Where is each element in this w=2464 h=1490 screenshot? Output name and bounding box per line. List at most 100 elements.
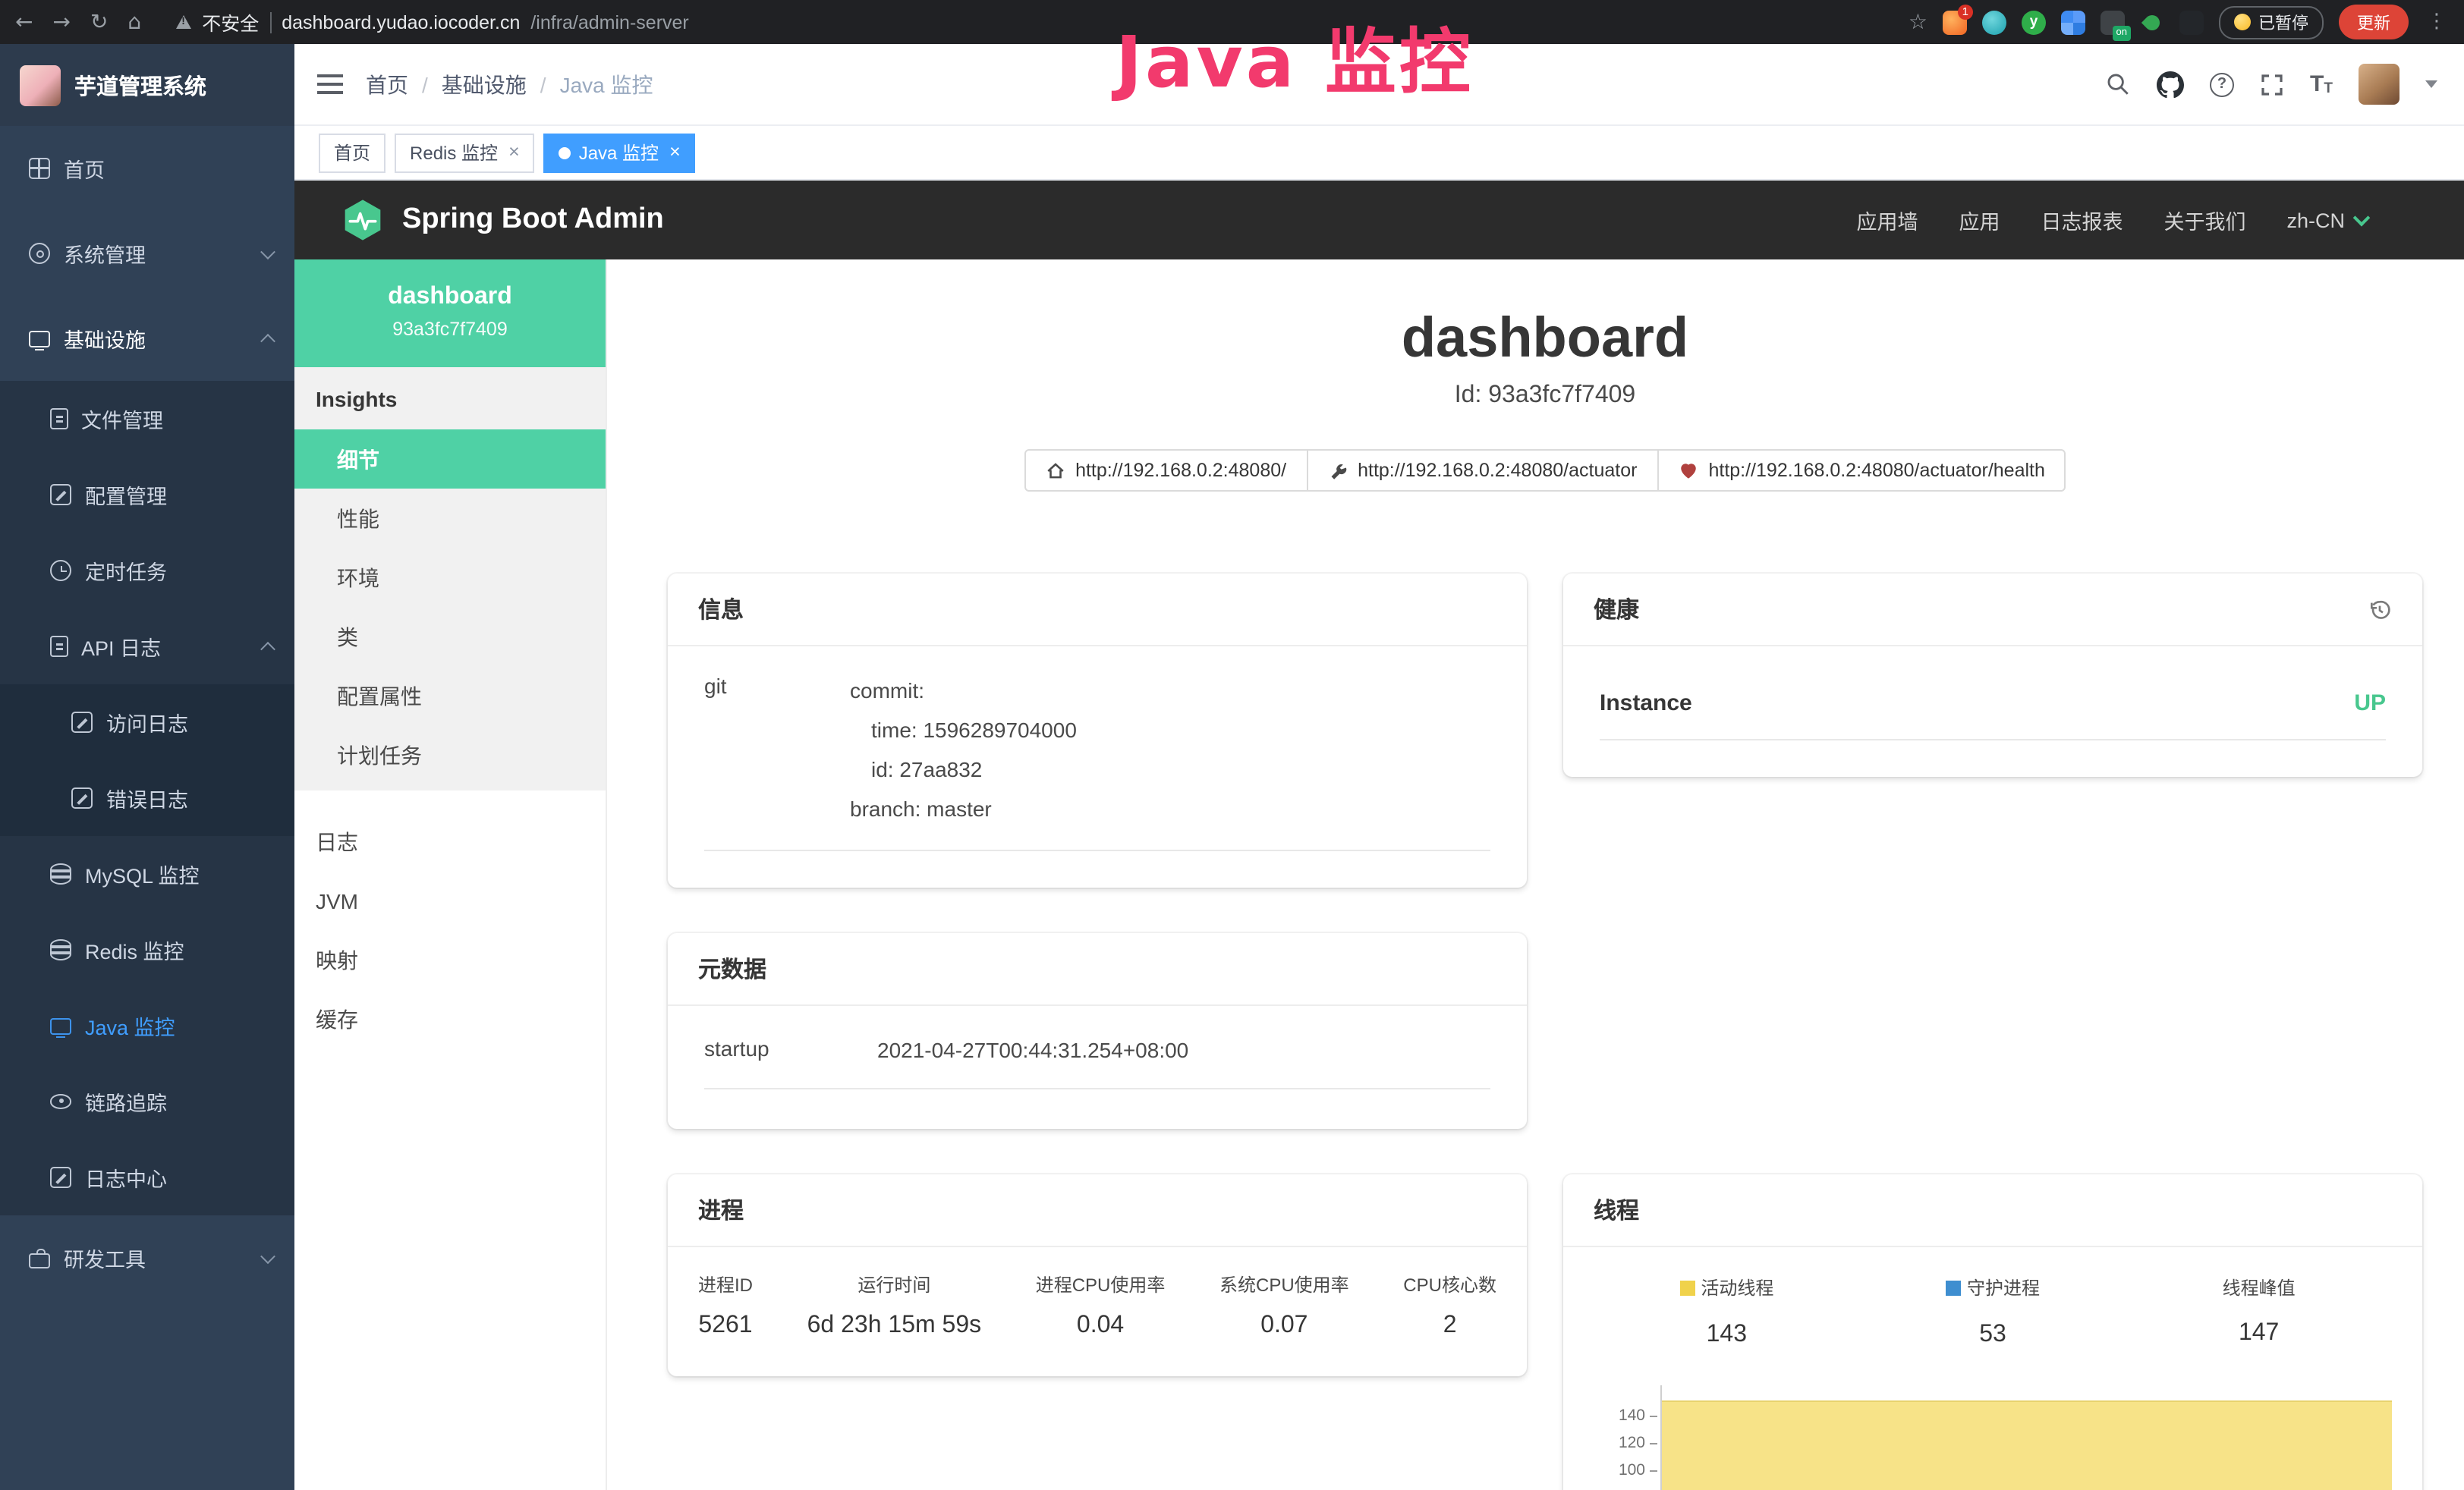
sba-item-environment[interactable]: 环境 — [294, 548, 606, 607]
back-icon[interactable]: ← — [15, 11, 33, 33]
health-instance-row[interactable]: Instance UP — [1600, 671, 2386, 741]
cards-grid: 信息 git commit: time: 1596289704000 id: 2… — [668, 574, 2422, 1490]
instance-header[interactable]: dashboard 93a3fc7f7409 — [294, 259, 606, 367]
sidebar-item-devtools[interactable]: 研发工具 — [0, 1215, 294, 1300]
sidebar-item-label: Java 监控 — [85, 1011, 175, 1041]
toolbar-right: ☆ 1 y on 已暂停 更新 ⋮ — [1909, 5, 2450, 39]
java-monitor-icon — [50, 1017, 71, 1034]
browser-menu-icon[interactable]: ⋮ — [2424, 11, 2450, 33]
sba-item-classes[interactable]: 类 — [294, 607, 606, 666]
help-icon[interactable] — [2210, 72, 2234, 96]
bookmark-star-icon[interactable]: ☆ — [1909, 11, 1927, 33]
user-menu-caret-icon[interactable] — [2425, 80, 2437, 88]
paused-badge[interactable]: 已暂停 — [2219, 5, 2324, 39]
sba-item-jvm[interactable]: JVM — [294, 871, 606, 930]
reload-icon[interactable]: ↻ — [90, 11, 108, 33]
process-stat: 进程ID 5261 — [698, 1272, 753, 1341]
sidebar-item-label: 研发工具 — [64, 1243, 146, 1273]
sba-item-details[interactable]: 细节 — [294, 429, 606, 489]
address-bar[interactable]: 不安全 dashboard.yudao.iocoder.cn/infra/adm… — [176, 8, 689, 36]
forward-icon[interactable]: → — [52, 11, 70, 33]
sidebar-item-home[interactable]: 首页 — [0, 126, 294, 211]
sba-item-caches[interactable]: 缓存 — [294, 989, 606, 1048]
extension-icon-switch[interactable]: on — [2101, 10, 2125, 34]
sba-item-config-props[interactable]: 配置属性 — [294, 666, 606, 725]
actuator-url-button[interactable]: http://192.168.0.2:48080/actuator — [1306, 450, 1658, 492]
breadcrumb-infrastructure[interactable]: 基础设施 — [442, 69, 527, 99]
health-url-button[interactable]: http://192.168.0.2:48080/actuator/health — [1657, 450, 2066, 492]
locale-selector[interactable]: zh-CN — [2286, 209, 2368, 231]
threads-chart: 140 120 100 — [1594, 1385, 2392, 1490]
instance-id: 93a3fc7f7409 — [307, 319, 593, 340]
sidebar-item-infrastructure[interactable]: 基础设施 — [0, 296, 294, 381]
hamburger-icon[interactable] — [317, 74, 343, 94]
sidebar-item-mysql-monitor[interactable]: MySQL 监控 — [0, 836, 294, 912]
sidebar-item-file-management[interactable]: 文件管理 — [0, 381, 294, 457]
sidebar-item-system[interactable]: 系统管理 — [0, 211, 294, 296]
header-actions — [2105, 64, 2437, 105]
sidebar-item-access-logs[interactable]: 访问日志 — [0, 684, 294, 760]
sidebar-item-redis-monitor[interactable]: Redis 监控 — [0, 912, 294, 988]
sba-item-logs[interactable]: 日志 — [294, 812, 606, 871]
extension-icon-grid[interactable] — [2061, 10, 2085, 34]
legend-label: 活动线程 — [1701, 1275, 1773, 1301]
threads-card: 线程 活动线程 143 守护进程 — [1563, 1175, 2422, 1490]
sidebar-item-label: 配置管理 — [85, 479, 167, 510]
legend-swatch-blue — [1946, 1281, 1961, 1296]
github-icon[interactable] — [2157, 71, 2184, 98]
breadcrumb-home[interactable]: 首页 — [366, 69, 408, 99]
sidebar-item-log-center[interactable]: 日志中心 — [0, 1140, 294, 1215]
process-stats-row: 进程ID 5261 运行时间 6d 23h 15m 59s — [698, 1272, 1496, 1341]
update-button[interactable]: 更新 — [2339, 5, 2409, 39]
extension-icon-dark[interactable] — [2179, 10, 2204, 34]
breadcrumb-current: Java 监控 — [560, 69, 653, 99]
legend-value: 143 — [1594, 1322, 1860, 1349]
heart-icon — [1678, 461, 1698, 481]
sba-nav-applications[interactable]: 应用 — [1959, 205, 2000, 235]
user-avatar[interactable] — [2359, 64, 2399, 105]
home-icon[interactable]: ⌂ — [127, 11, 141, 33]
mysql-icon — [50, 863, 71, 885]
sidebar-item-error-logs[interactable]: 错误日志 — [0, 760, 294, 836]
stat-value: 0.04 — [1036, 1313, 1166, 1341]
stat-label: 系统CPU使用率 — [1219, 1272, 1349, 1298]
tab-redis-monitor[interactable]: Redis 监控 × — [395, 133, 535, 172]
dashboard-icon — [29, 158, 50, 179]
sba-nav-journal[interactable]: 日志报表 — [2041, 205, 2123, 235]
git-key: git — [704, 671, 850, 829]
sidebar-item-label: MySQL 监控 — [85, 859, 200, 889]
sba-content: dashboard Id: 93a3fc7f7409 http://192.16… — [607, 259, 2464, 1490]
stat-value: 0.07 — [1219, 1313, 1349, 1341]
extension-icon-orange[interactable]: 1 — [1943, 10, 1967, 34]
app-logo-row[interactable]: 芋道管理系统 — [0, 44, 294, 126]
sba-nav-about[interactable]: 关于我们 — [2163, 205, 2245, 235]
sba-item-metrics[interactable]: 性能 — [294, 489, 606, 548]
service-url-button[interactable]: http://192.168.0.2:48080/ — [1024, 450, 1308, 492]
font-size-icon[interactable] — [2310, 73, 2333, 96]
fullscreen-icon[interactable] — [2260, 72, 2284, 96]
search-icon[interactable] — [2105, 71, 2131, 97]
sidebar-item-tracing[interactable]: 链路追踪 — [0, 1064, 294, 1140]
history-icon[interactable] — [2368, 598, 2392, 622]
tab-home[interactable]: 首页 — [319, 133, 385, 172]
sba-brand[interactable]: Spring Boot Admin — [340, 197, 664, 243]
sidebar-item-scheduled-jobs[interactable]: 定时任务 — [0, 533, 294, 608]
chart-y-axis: 140 120 100 — [1594, 1385, 1660, 1490]
close-icon[interactable]: × — [669, 143, 681, 162]
stat-value: 2 — [1403, 1313, 1496, 1341]
sidebar-item-java-monitor[interactable]: Java 监控 — [0, 988, 294, 1064]
extension-icon-leaf[interactable] — [2140, 10, 2164, 34]
sba-item-scheduled-tasks[interactable]: 计划任务 — [294, 725, 606, 784]
sidebar-item-label: API 日志 — [81, 631, 161, 662]
tab-java-monitor[interactable]: Java 监控 × — [544, 133, 696, 172]
sidebar-item-config-management[interactable]: 配置管理 — [0, 457, 294, 533]
tabs-bar: 首页 Redis 监控 × Java 监控 × — [294, 126, 2464, 181]
extension-icon-drop[interactable] — [1982, 10, 2006, 34]
sidebar-item-api-logs[interactable]: API 日志 — [0, 608, 294, 684]
health-url-label: http://192.168.0.2:48080/actuator/health — [1708, 461, 2044, 482]
sba-nav-wallboard[interactable]: 应用墙 — [1856, 205, 1918, 235]
app-title: 芋道管理系统 — [74, 69, 206, 101]
sba-item-mappings[interactable]: 映射 — [294, 930, 606, 989]
close-icon[interactable]: × — [508, 143, 520, 162]
extension-icon-green[interactable]: y — [2022, 10, 2046, 34]
